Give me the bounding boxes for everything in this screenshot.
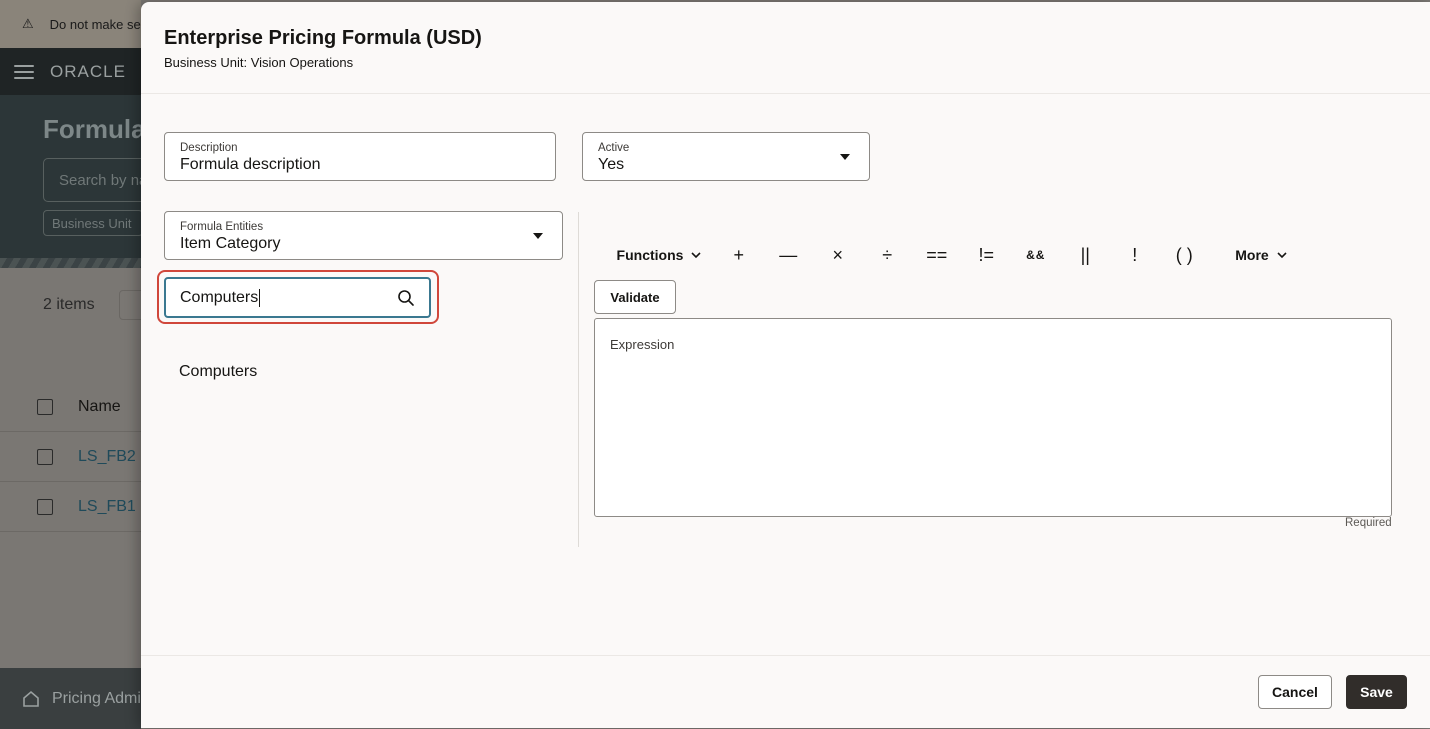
warning-banner: ⚠ Do not make se <box>0 0 141 48</box>
select-all-checkbox[interactable] <box>37 399 53 415</box>
business-unit-filter-chip[interactable]: Business Unit <box>43 210 143 236</box>
footer-nav-label: Pricing Admi <box>52 689 141 707</box>
required-hint: Required <box>1345 517 1392 529</box>
search-icon[interactable] <box>397 289 415 307</box>
validate-button[interactable]: Validate <box>594 280 676 314</box>
background-search-input[interactable]: Search by na <box>43 158 153 202</box>
expression-toolbar: Functions + — × ÷ == != && || ! ( ) More <box>604 240 1301 270</box>
table-header: Name <box>0 384 141 432</box>
row-name-link[interactable]: LS_FB2 <box>78 448 136 466</box>
top-navigation: ORACLE <box>0 48 141 95</box>
divide-operator-button[interactable]: ÷ <box>863 240 913 270</box>
row-checkbox[interactable] <box>37 499 53 515</box>
expression-textarea[interactable]: Expression <box>594 318 1392 517</box>
formula-entities-label: Formula Entities <box>180 221 264 233</box>
dropdown-caret-icon <box>533 233 543 239</box>
drawer-subtitle: Business Unit: Vision Operations <box>164 55 354 70</box>
drawer-title: Enterprise Pricing Formula (USD) <box>164 27 482 49</box>
warning-icon: ⚠ <box>22 16 34 31</box>
table-row: LS_FB2 <box>0 432 141 482</box>
functions-label: Functions <box>616 247 684 263</box>
dropdown-caret-icon <box>840 154 850 160</box>
drawer-header: Enterprise Pricing Formula (USD) Busines… <box>141 2 1430 94</box>
more-menu-button[interactable]: More <box>1221 240 1301 270</box>
entity-result-item[interactable]: Computers <box>179 363 257 381</box>
equals-operator-button[interactable]: == <box>912 240 962 270</box>
formula-entities-value: Item Category <box>180 235 281 252</box>
hero-pattern-strip <box>0 258 141 268</box>
footer-divider <box>141 655 1430 656</box>
vertical-divider <box>578 212 579 547</box>
functions-menu-button[interactable]: Functions <box>604 240 714 270</box>
description-value: Formula description <box>180 156 321 173</box>
active-label: Active <box>598 142 630 154</box>
not-operator-button[interactable]: ! <box>1110 240 1160 270</box>
name-column-header[interactable]: Name <box>78 398 121 416</box>
expression-placeholder: Expression <box>610 337 675 352</box>
oracle-logo: ORACLE <box>50 61 126 81</box>
entity-search-value: Computers <box>180 289 261 307</box>
active-value: Yes <box>598 156 625 173</box>
plus-operator-button[interactable]: + <box>714 240 764 270</box>
multiply-operator-button[interactable]: × <box>813 240 863 270</box>
footer-navigation[interactable]: Pricing Admi <box>0 668 141 729</box>
items-count: 2 items <box>43 296 95 313</box>
home-icon <box>23 690 39 707</box>
row-name-link[interactable]: LS_FB1 <box>78 498 136 516</box>
formula-entities-select[interactable]: Formula Entities Item Category <box>164 211 563 260</box>
page-title: Formula <box>43 114 146 144</box>
not-equals-operator-button[interactable]: != <box>962 240 1012 270</box>
more-label: More <box>1235 247 1269 263</box>
description-field[interactable]: Description Formula description <box>164 132 556 181</box>
parentheses-operator-button[interactable]: ( ) <box>1160 240 1210 270</box>
cancel-button[interactable]: Cancel <box>1258 675 1332 709</box>
row-checkbox[interactable] <box>37 449 53 465</box>
formula-drawer: Enterprise Pricing Formula (USD) Busines… <box>141 2 1430 728</box>
minus-operator-button[interactable]: — <box>764 240 814 270</box>
entity-search-input[interactable]: Computers <box>164 277 431 318</box>
hamburger-menu-icon[interactable] <box>14 64 34 79</box>
warning-text: Do not make se <box>49 16 141 32</box>
save-button[interactable]: Save <box>1346 675 1407 709</box>
table-row: LS_FB1 <box>0 482 141 532</box>
and-operator-button[interactable]: && <box>1011 240 1061 270</box>
active-select[interactable]: Active Yes <box>582 132 870 181</box>
chevron-down-icon <box>691 252 702 259</box>
description-label: Description <box>180 142 238 154</box>
or-operator-button[interactable]: || <box>1061 240 1111 270</box>
chevron-down-icon <box>1277 252 1287 259</box>
